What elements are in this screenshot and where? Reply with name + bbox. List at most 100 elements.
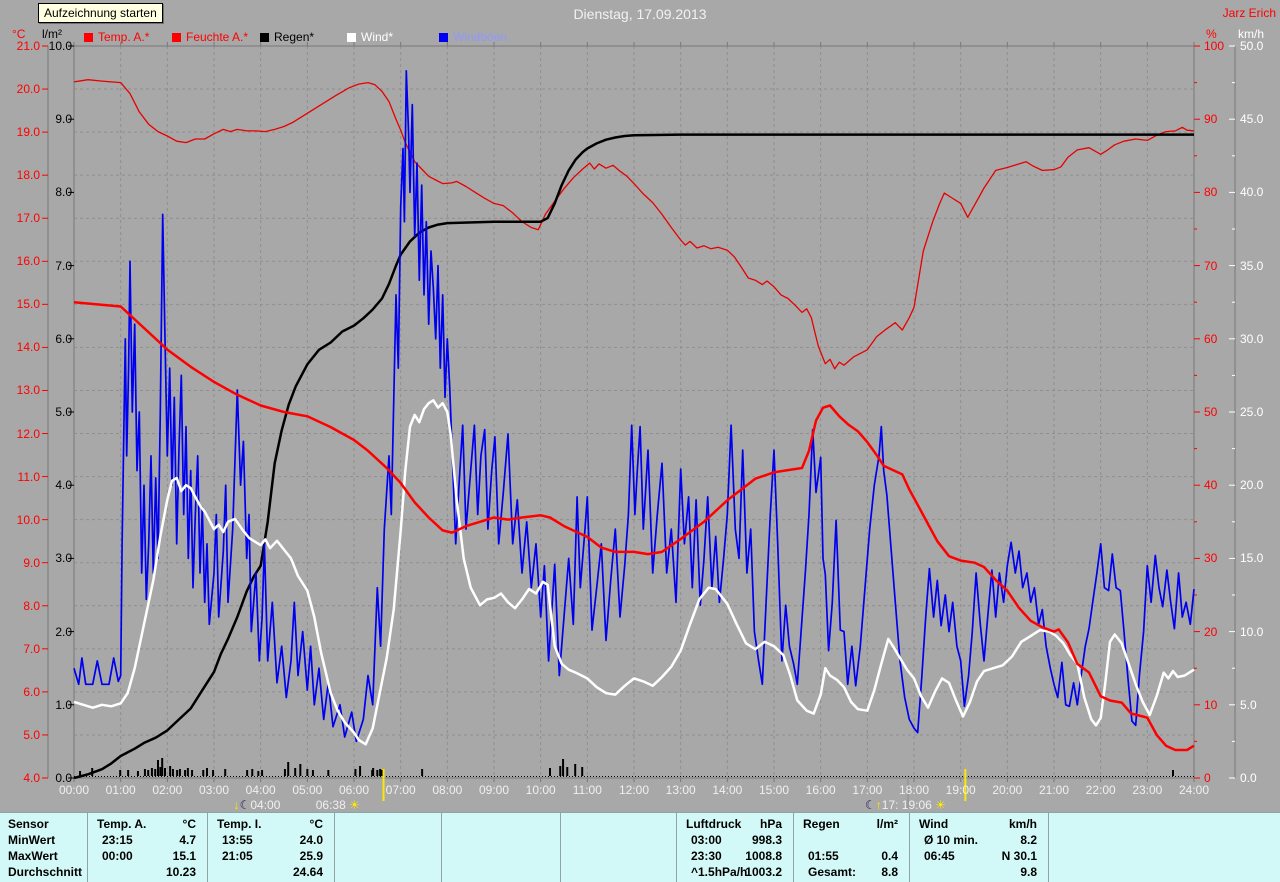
x-axis-label: 19:00	[945, 783, 976, 797]
x-axis-label: 17:00	[852, 783, 883, 797]
humidity-axis-label: 90	[1204, 112, 1218, 127]
sun-icon: ☀	[349, 798, 360, 812]
windspeed-axis-label: 5.0	[1240, 697, 1257, 712]
temp-axis-label: 16.0	[16, 254, 40, 269]
cell-value: 1008.8	[745, 849, 782, 863]
rain-axis-label: 7.0	[55, 258, 72, 273]
x-axis-label: 05:00	[292, 783, 323, 797]
windspeed-axis-label: 35.0	[1240, 258, 1264, 273]
temp-axis-label: 9.0	[23, 555, 40, 570]
temp-axis-label: 6.0	[23, 684, 40, 699]
temp-axis-label: 12.0	[16, 426, 40, 441]
cell-value: N 30.1	[1001, 849, 1037, 863]
windspeed-axis-label: 10.0	[1240, 624, 1264, 639]
stats-table: Sensor MinWert MaxWert Durchschnitt Temp. A.…	[0, 812, 1280, 882]
windspeed-axis-label: 40.0	[1240, 185, 1264, 200]
x-axis-label: 21:00	[1038, 783, 1070, 797]
x-axis-label: 24:00	[1178, 783, 1210, 797]
temp-axis-label: 14.0	[16, 340, 40, 355]
cell-value: 8.8	[881, 865, 898, 879]
weather-chart-plot	[42, 42, 1236, 809]
rain-axis-label: 8.0	[55, 185, 72, 200]
cell-value: 15.1	[172, 849, 196, 863]
x-axis-label: 13:00	[665, 783, 696, 797]
x-axis-label: 23:00	[1132, 783, 1163, 797]
rain-axis-label: 3.0	[55, 551, 72, 566]
table-col-luftdruck: Luftdruck hPa 03:00 998.3 23:30 1008.8 ^1.5hPa…	[676, 813, 794, 882]
windspeed-axis-label: 20.0	[1240, 478, 1264, 493]
rain-axis-label: 10.0	[48, 39, 72, 53]
table-col-empty	[560, 813, 677, 882]
x-axis-label: 10:00	[525, 783, 556, 797]
x-axis-label: 02:00	[152, 783, 183, 797]
temp-axis-label: 19.0	[16, 125, 40, 140]
table-col-empty	[441, 813, 561, 882]
temp-axis-label: 5.0	[23, 727, 40, 742]
humidity-axis-label: 10	[1204, 697, 1218, 712]
row-label: Sensor	[8, 817, 49, 831]
series-feuchte-a-	[73, 79, 1195, 370]
x-axis-label: 00:00	[58, 783, 90, 797]
col-header-unit: l/m²	[876, 817, 898, 831]
col-header-unit: °C	[309, 817, 323, 831]
x-axis-label: 14:00	[712, 783, 743, 797]
temp-axis-label: 15.0	[16, 297, 40, 312]
cell-value: 24.0	[299, 833, 323, 847]
table-col-wind: Wind km/h Ø 10 min. 8.2 06:45 N 30.1 9.8	[909, 813, 1049, 882]
humidity-axis-label: 40	[1204, 478, 1218, 493]
temp-axis-label: 21.0	[16, 39, 40, 53]
windspeed-axis-label: 30.0	[1240, 331, 1264, 346]
table-row-labels: Sensor MinWert MaxWert Durchschnitt	[0, 813, 87, 882]
col-header-unit: °C	[182, 817, 196, 831]
x-axis-label: 15:00	[758, 783, 790, 797]
marker-text: 17: 19:06	[881, 798, 936, 812]
cell-value: 25.9	[299, 849, 323, 863]
cell-value: 4.7	[179, 833, 196, 847]
x-axis-label: 06:00	[338, 783, 370, 797]
temp-axis-label: 13.0	[16, 383, 40, 398]
cell-value: 10.23	[165, 865, 196, 879]
x-axis-label: 18:00	[898, 783, 930, 797]
x-axis-label: 04:00	[245, 783, 276, 797]
temp-axis-label: 20.0	[16, 82, 40, 97]
cell-value	[818, 833, 898, 848]
x-axis-label: 16:00	[805, 783, 836, 797]
marker-text: 06:38	[315, 798, 350, 812]
temp-axis-label: 8.0	[23, 598, 40, 613]
marker-text: 04:00	[250, 798, 281, 812]
table-col-regen: Regen l/m² 01:55 0.4 Gesamt: 8.8	[793, 813, 910, 882]
windspeed-axis-label: 25.0	[1240, 405, 1264, 419]
moon-icon: ☾	[239, 798, 251, 812]
x-axis-label: 20:00	[992, 783, 1023, 797]
cell-value: 1003.2	[745, 865, 782, 879]
cell-value: 998.3	[751, 833, 782, 847]
windspeed-axis-label: 50.0	[1240, 39, 1264, 53]
humidity-axis-label: 70	[1204, 258, 1218, 273]
temp-axis-label: 11.0	[17, 469, 40, 484]
col-header-unit: km/h	[1008, 817, 1037, 831]
x-axis-label: 07:00	[385, 783, 416, 797]
table-col-temp-i-: Temp. I. °C 13:55 24.0 21:05 25.9 24.64	[207, 813, 335, 882]
col-header-unit: hPa	[759, 817, 782, 831]
rain-axis-label: 1.0	[55, 697, 72, 712]
x-axis-label: 03:00	[198, 783, 230, 797]
row-label: Durchschnitt	[8, 865, 83, 879]
row-label: MaxWert	[8, 849, 58, 863]
temp-axis-label: 7.0	[23, 641, 40, 656]
humidity-axis-label: 20	[1204, 624, 1218, 639]
table-col-empty	[1048, 813, 1280, 882]
moon-icon: ☾	[865, 798, 876, 812]
windspeed-axis-label: 0.0	[1240, 771, 1257, 785]
x-axis-label: 01:00	[105, 783, 136, 797]
temp-axis-label: 17.0	[16, 211, 40, 226]
humidity-axis-label: 50	[1204, 405, 1218, 419]
table-col-temp-a-: Temp. A. °C 23:15 4.7 00:00 15.1 10.23	[87, 813, 208, 882]
x-axis-label: 22:00	[1085, 783, 1116, 797]
windspeed-axis-label: 45.0	[1240, 112, 1264, 127]
rain-axis-label: 9.0	[55, 112, 72, 127]
cell-value: 0.4	[881, 849, 898, 863]
cell-value: 24.64	[292, 865, 323, 879]
rain-axis-label: 5.0	[55, 405, 72, 419]
row-label: MinWert	[8, 833, 56, 847]
x-axis-label: 11:00	[572, 783, 602, 797]
